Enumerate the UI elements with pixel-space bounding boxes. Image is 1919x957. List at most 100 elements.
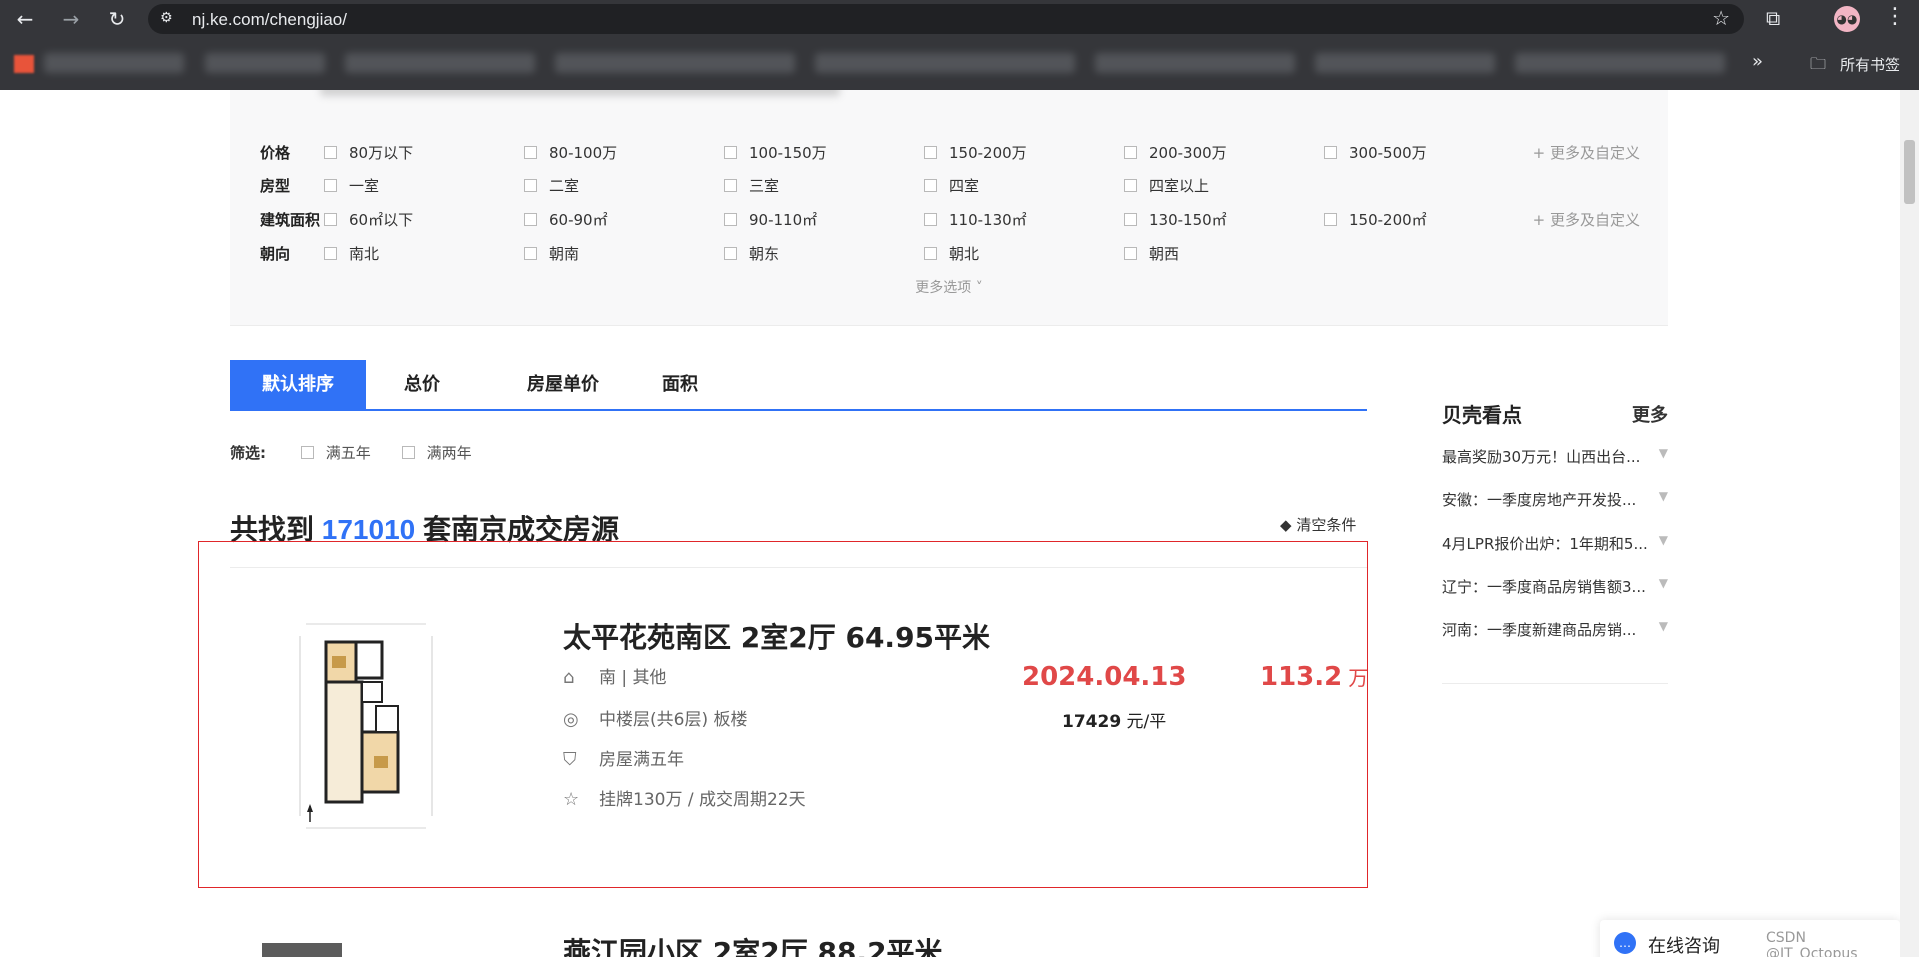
checkbox-icon[interactable] (924, 179, 937, 192)
checkbox-icon[interactable] (324, 213, 337, 226)
checkbox-icon[interactable] (324, 247, 337, 260)
filter-option[interactable]: 80万以下 (324, 142, 413, 163)
next-listing-title[interactable]: 燕江园小区 2室2厅 88.2平米 (563, 931, 943, 957)
checkbox-icon[interactable] (401, 446, 415, 459)
listing-title[interactable]: 太平花苑南区 2室2厅 64.95平米 (563, 616, 990, 656)
filter-option[interactable]: 80-100万 (524, 142, 617, 163)
filter-option[interactable]: 朝西 (1124, 243, 1179, 264)
total-price: 113.2 万 (1260, 662, 1369, 692)
checkbox-icon[interactable] (1324, 213, 1337, 226)
checkbox-icon[interactable] (524, 213, 537, 226)
filter-row-layout: 房型 一室 二室 三室 四室 四室以上 (260, 173, 1640, 197)
filter-option[interactable]: 南北 (324, 243, 379, 264)
more-bookmarks-icon[interactable]: » (1752, 51, 1763, 72)
tab-total-price[interactable]: 总价 (390, 360, 454, 409)
listing-floor: ◎ 中楼层(共6层) 板楼 (563, 709, 748, 730)
clear-filter-button[interactable]: ◆ 清空条件 (1280, 514, 1356, 535)
filter-option[interactable]: 130-150㎡ (1124, 209, 1227, 230)
checkbox-icon[interactable] (1124, 213, 1137, 226)
all-bookmarks-link[interactable]: 所有书签 (1840, 54, 1900, 75)
tab-area[interactable]: 面积 (648, 360, 712, 409)
chevron-down-icon: ▼ (1658, 446, 1668, 460)
filter-option[interactable]: 二室 (524, 175, 579, 196)
filter-top-strip (230, 90, 1668, 106)
avatar[interactable]: ◕◕ (1834, 6, 1860, 32)
screen-option[interactable]: 满两年 (401, 444, 472, 462)
news-item[interactable]: 4月LPR报价出炉：1年期和5... ▼ (1442, 533, 1668, 554)
checkbox-icon[interactable] (724, 247, 737, 260)
news-item[interactable]: 最高奖励30万元！山西出台... ▼ (1442, 446, 1668, 467)
site-info-icon[interactable]: ⚙ (160, 10, 173, 26)
filter-option[interactable]: 100-150万 (724, 142, 827, 163)
url-text[interactable]: nj.ke.com/chengjiao/ (192, 10, 347, 30)
filter-option[interactable]: 三室 (724, 175, 779, 196)
filter-option[interactable]: 四室以上 (1124, 175, 1209, 196)
bookmark-favicon[interactable] (14, 55, 34, 73)
checkbox-icon[interactable] (924, 247, 937, 260)
reload-icon[interactable]: ↻ (104, 6, 130, 32)
area-more-link[interactable]: + 更多及自定义 (1533, 209, 1640, 230)
blurred-bookmark[interactable] (345, 53, 535, 73)
checkbox-icon[interactable] (724, 146, 737, 159)
news-item[interactable]: 安徽：一季度房地产开发投... ▼ (1442, 489, 1668, 510)
blurred-bookmark[interactable] (1515, 53, 1725, 73)
checkbox-icon[interactable] (300, 446, 314, 459)
tab-default-sort[interactable]: 默认排序 (230, 360, 366, 409)
back-icon[interactable]: ← (12, 6, 38, 32)
filter-option[interactable]: 150-200万 (924, 142, 1027, 163)
checkbox-icon[interactable] (524, 179, 537, 192)
sidebar-title: 贝壳看点 (1442, 403, 1522, 427)
checkbox-icon[interactable] (724, 179, 737, 192)
blurred-bookmark[interactable] (1095, 53, 1295, 73)
checkbox-icon[interactable] (324, 146, 337, 159)
checkbox-icon[interactable] (524, 146, 537, 159)
next-listing-thumbnail[interactable] (262, 943, 342, 957)
house-icon: ⌂ (563, 667, 575, 688)
news-item[interactable]: 河南：一季度新建商品房销... ▼ (1442, 619, 1668, 640)
more-options-toggle[interactable]: 更多选项 ˅ (230, 277, 1668, 297)
checkbox-icon[interactable] (1124, 146, 1137, 159)
scrollbar-thumb[interactable] (1904, 140, 1915, 204)
blurred-bookmark[interactable] (555, 53, 795, 73)
blurred-bookmark[interactable] (205, 53, 325, 73)
screen-option[interactable]: 满五年 (300, 444, 371, 462)
blurred-bookmark[interactable] (44, 53, 184, 73)
checkbox-icon[interactable] (1124, 179, 1137, 192)
extensions-icon[interactable]: ⧉ (1766, 6, 1780, 30)
blurred-bookmark[interactable] (1315, 53, 1495, 73)
scrollbar[interactable] (1900, 90, 1919, 957)
filter-option[interactable]: 150-200㎡ (1324, 209, 1427, 230)
checkbox-icon[interactable] (324, 179, 337, 192)
blurred-bookmark[interactable] (815, 53, 1075, 73)
forward-icon[interactable]: → (58, 6, 84, 32)
price-more-link[interactable]: + 更多及自定义 (1533, 142, 1640, 163)
floorplan-image[interactable] (286, 616, 446, 836)
filter-option[interactable]: 300-500万 (1324, 142, 1427, 163)
filter-option[interactable]: 200-300万 (1124, 142, 1227, 163)
filter-option[interactable]: 60-90㎡ (524, 209, 608, 230)
address-bar[interactable]: ⚙ nj.ke.com/chengjiao/ ☆ (148, 4, 1744, 34)
filter-option[interactable]: 四室 (924, 175, 979, 196)
tab-unit-price[interactable]: 房屋单价 (500, 360, 626, 409)
filter-option[interactable]: 朝北 (924, 243, 979, 264)
eraser-icon: ◆ (1280, 516, 1297, 534)
filter-row-price: 价格 80万以下 80-100万 100-150万 150-200万 200-3… (260, 140, 1640, 164)
news-item[interactable]: 辽宁：一季度商品房销售额3... ▼ (1442, 576, 1668, 597)
filter-option[interactable]: 60㎡以下 (324, 209, 413, 230)
filter-option[interactable]: 朝东 (724, 243, 779, 264)
checkbox-icon[interactable] (1124, 247, 1137, 260)
checkbox-icon[interactable] (724, 213, 737, 226)
menu-icon[interactable]: ⋮ (1884, 4, 1906, 29)
checkbox-icon[interactable] (924, 146, 937, 159)
checkbox-icon[interactable] (524, 247, 537, 260)
filter-label-area: 建筑面积 (260, 211, 321, 229)
checkbox-icon[interactable] (924, 213, 937, 226)
star-icon[interactable]: ☆ (1712, 6, 1730, 30)
checkbox-icon[interactable] (1324, 146, 1337, 159)
sidebar-more-link[interactable]: 更多 (1632, 401, 1668, 427)
filter-option[interactable]: 朝南 (524, 243, 579, 264)
filter-option[interactable]: 90-110㎡ (724, 209, 817, 230)
filter-option[interactable]: 一室 (324, 175, 379, 196)
filter-option[interactable]: 110-130㎡ (924, 209, 1027, 230)
browser-toolbar: ← → ↻ ⚙ nj.ke.com/chengjiao/ ☆ ⧉ ◕◕ ⋮ (0, 0, 1919, 37)
